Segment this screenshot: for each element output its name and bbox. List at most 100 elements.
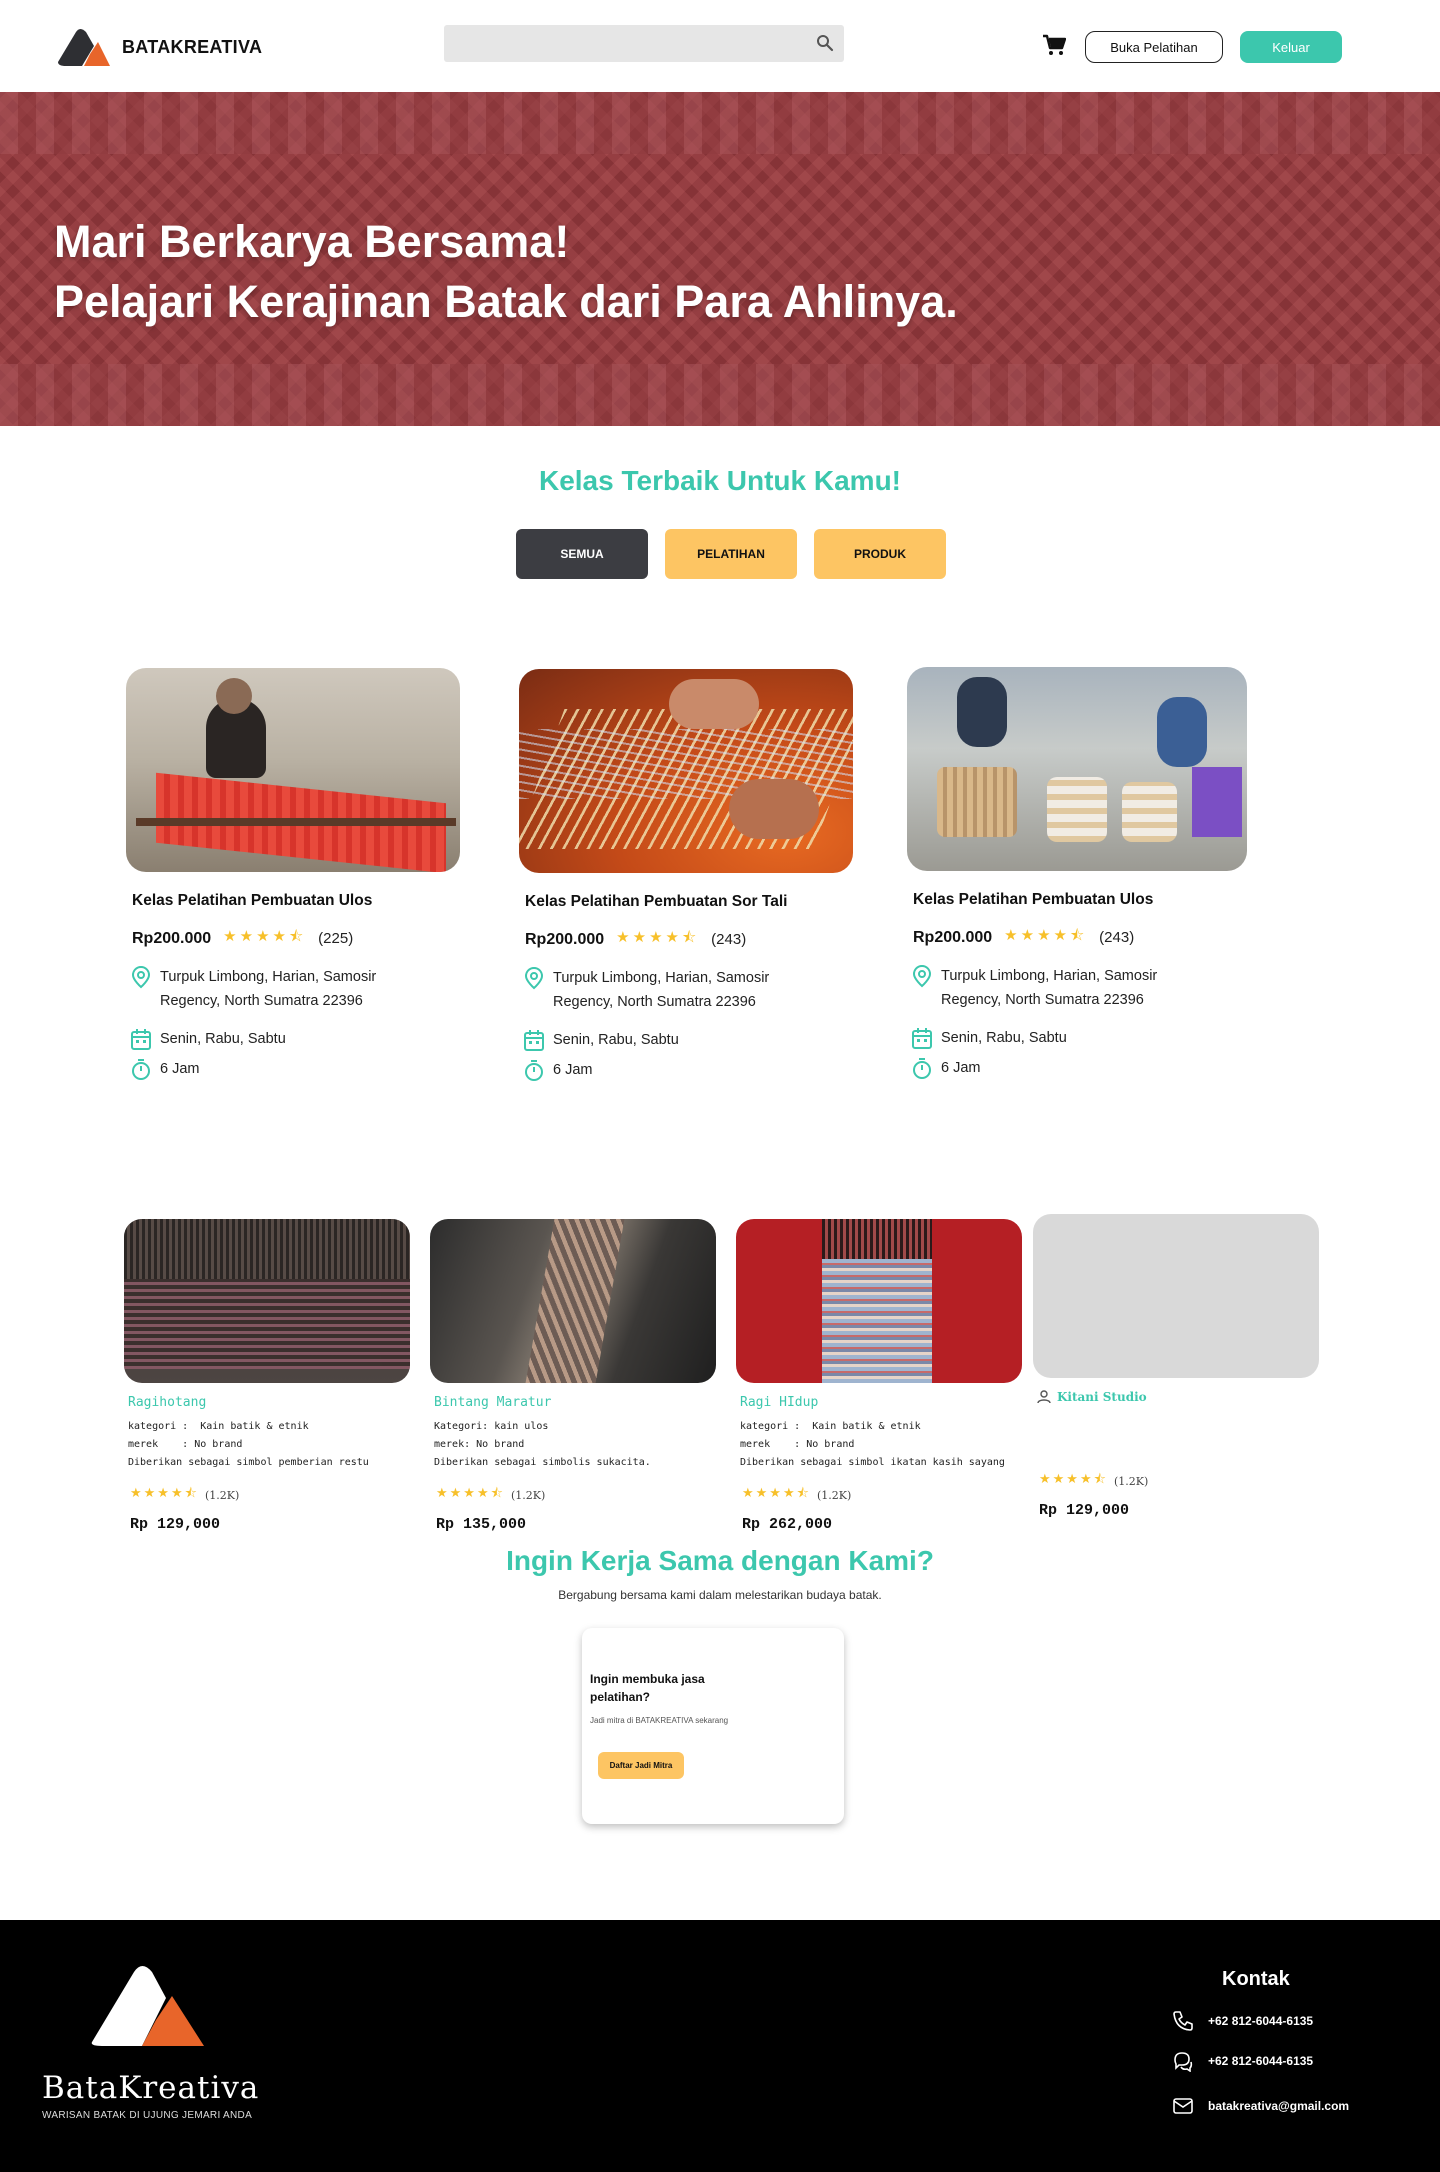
phone-icon (1173, 2011, 1193, 2031)
rating-count: (1.2K) (1113, 1474, 1149, 1488)
footer-tagline: WARISAN BATAK DI UJUNG JEMARI ANDA (42, 2110, 253, 2121)
footer: BataKreativa WARISAN BATAK DI UJUNG JEMA… (0, 1920, 1440, 2172)
star-rating: ★★★★⯪ (1004, 927, 1088, 944)
hero-banner: Mari Berkarya Bersama! Pelajari Kerajina… (0, 92, 1440, 426)
product-name: Ragihotang (128, 1395, 207, 1410)
product-image (124, 1219, 410, 1383)
register-partner-button[interactable]: Daftar Jadi Mitra (598, 1752, 684, 1779)
hero-headline: Mari Berkarya Bersama! Pelajari Kerajina… (54, 212, 958, 332)
course-card[interactable]: Kelas Pelatihan Pembuatan Ulos Rp200.000… (126, 668, 466, 1081)
hero-line-2: Pelajari Kerajinan Batak dari Para Ahlin… (54, 276, 958, 327)
calendar-icon (524, 1030, 544, 1051)
rating-count: (1.2K) (510, 1488, 546, 1502)
stopwatch-icon (132, 1059, 150, 1080)
star-rating: ★★★★⯪ (616, 929, 700, 946)
footer-brand: BataKreativa (42, 2070, 260, 2106)
classes-title: Kelas Terbaik Untuk Kamu! (538, 465, 902, 496)
course-duration: 6 Jam (553, 1062, 593, 1078)
product-card[interactable]: Kitani Studio ★★★★⯪ (1.2K) Rp 129,000 (1033, 1214, 1323, 1519)
hero-line-1: Mari Berkarya Bersama! (54, 216, 570, 267)
open-training-button[interactable]: Buka Pelatihan (1085, 31, 1223, 63)
product-image (736, 1219, 1022, 1383)
star-rating: ★★★★⯪ (742, 1485, 811, 1500)
course-address-line1: Turpuk Limbong, Harian, Samosir (941, 968, 1158, 984)
course-title: Kelas Pelatihan Pembuatan Ulos (132, 892, 373, 909)
course-address-line1: Turpuk Limbong, Harian, Samosir (160, 969, 377, 985)
location-pin-icon (524, 966, 544, 990)
user-icon (1037, 1390, 1051, 1404)
product-meta: kategori : Kain batik & etnik merek : No… (128, 1421, 369, 1468)
course-image (519, 669, 853, 873)
contact-phone-text: +62 812-6044-6135 (1208, 2014, 1314, 2028)
rating-count: (225) (318, 930, 354, 947)
brand-logo-mark (58, 29, 110, 66)
logout-button[interactable]: Keluar (1240, 31, 1342, 63)
contact-email[interactable]: batakreativa@gmail.com (1172, 2095, 1349, 2117)
contact-title: Kontak (1222, 1968, 1290, 1990)
course-image (907, 667, 1247, 871)
product-price: Rp 262,000 (742, 1516, 833, 1533)
partner-card-text: Jadi mitra di BATAKREATIVA sekarang (590, 1716, 729, 1725)
stopwatch-icon (913, 1058, 931, 1079)
star-rating: ★★★★⯪ (223, 928, 307, 945)
product-meta: Kategori: kain ulos merek: No brand Dibe… (434, 1421, 651, 1468)
course-address-line2: Regency, North Sumatra 22396 (941, 992, 1144, 1008)
calendar-icon (131, 1029, 151, 1050)
star-rating: ★★★★⯪ (130, 1485, 199, 1500)
course-title: Kelas Pelatihan Pembuatan Ulos (913, 891, 1154, 908)
partner-card: Ingin membuka jasa pelatihan? Jadi mitra… (582, 1628, 844, 1824)
product-price: Rp 129,000 (130, 1516, 221, 1533)
search-input[interactable] (444, 25, 844, 62)
cart-icon[interactable] (1042, 34, 1066, 56)
contact-whatsapp-text: +62 812-6044-6135 (1208, 2054, 1314, 2068)
chat-icon (1174, 2052, 1193, 2072)
product-price: Rp 135,000 (436, 1516, 527, 1533)
course-days: Senin, Rabu, Sabtu (941, 1030, 1067, 1046)
product-price: Rp 129,000 (1039, 1502, 1130, 1519)
contact-email-text: batakreativa@gmail.com (1208, 2099, 1350, 2113)
product-card[interactable]: Ragihotang kategori : Kain batik & etnik… (124, 1219, 414, 1533)
course-price: Rp200.000 (525, 930, 605, 948)
mail-icon (1173, 2098, 1193, 2114)
product-card[interactable]: Bintang Maratur Kategori: kain ulos mere… (430, 1219, 720, 1533)
partner-card-title: Ingin membuka jasa pelatihan? (590, 1672, 705, 1704)
course-days: Senin, Rabu, Sabtu (160, 1031, 286, 1047)
star-rating: ★★★★⯪ (1039, 1471, 1108, 1486)
brand-logo[interactable]: BATAKREATIVA (56, 26, 262, 68)
product-image (430, 1219, 716, 1383)
calendar-icon (912, 1028, 932, 1049)
rating-count: (243) (1099, 929, 1135, 946)
filter-all[interactable]: SEMUA (516, 529, 648, 579)
filter-product[interactable]: PRODUK (814, 529, 946, 579)
product-name: Bintang Maratur (434, 1395, 552, 1410)
partner-subtitle: Bergabung bersama kami dalam melestarika… (558, 1588, 882, 1602)
course-image (126, 668, 460, 872)
product-name: Ragi HIdup (740, 1395, 819, 1410)
top-navbar: BATAKREATIVA Buka Pelatihan Keluar (0, 0, 1440, 92)
course-duration: 6 Jam (941, 1060, 981, 1076)
course-price: Rp200.000 (913, 928, 993, 946)
rating-count: (1.2K) (816, 1488, 852, 1502)
product-card[interactable]: Ragi HIdup kategori : Kain batik & etnik… (736, 1219, 1026, 1533)
location-pin-icon (912, 964, 932, 988)
partner-title: Ingin Kerja Sama dengan Kami? (506, 1545, 934, 1576)
course-card[interactable]: Kelas Pelatihan Pembuatan Ulos Rp200.000… (907, 667, 1247, 1080)
contact-phone[interactable]: +62 812-6044-6135 (1172, 2010, 1313, 2032)
seller-name: Kitani Studio (1057, 1390, 1147, 1404)
rating-count: (1.2K) (204, 1488, 240, 1502)
course-address-line2: Regency, North Sumatra 22396 (160, 993, 363, 1009)
course-address-line2: Regency, North Sumatra 22396 (553, 994, 756, 1010)
product-image-placeholder (1033, 1214, 1319, 1378)
course-price: Rp200.000 (132, 929, 212, 947)
seller-studio[interactable]: Kitani Studio (1037, 1390, 1323, 1404)
rating-count: (243) (711, 931, 747, 948)
filter-training[interactable]: PELATIHAN (665, 529, 797, 579)
search-icon[interactable] (816, 34, 834, 52)
filter-tabs: SEMUA PELATIHAN PRODUK (516, 529, 946, 579)
brand-name: BATAKREATIVA (122, 36, 263, 57)
contact-whatsapp[interactable]: +62 812-6044-6135 (1172, 2050, 1313, 2072)
course-card[interactable]: Kelas Pelatihan Pembuatan Sor Tali Rp200… (519, 669, 859, 1082)
search-bar[interactable] (444, 25, 844, 62)
stopwatch-icon (525, 1060, 543, 1081)
course-address-line1: Turpuk Limbong, Harian, Samosir (553, 970, 770, 986)
